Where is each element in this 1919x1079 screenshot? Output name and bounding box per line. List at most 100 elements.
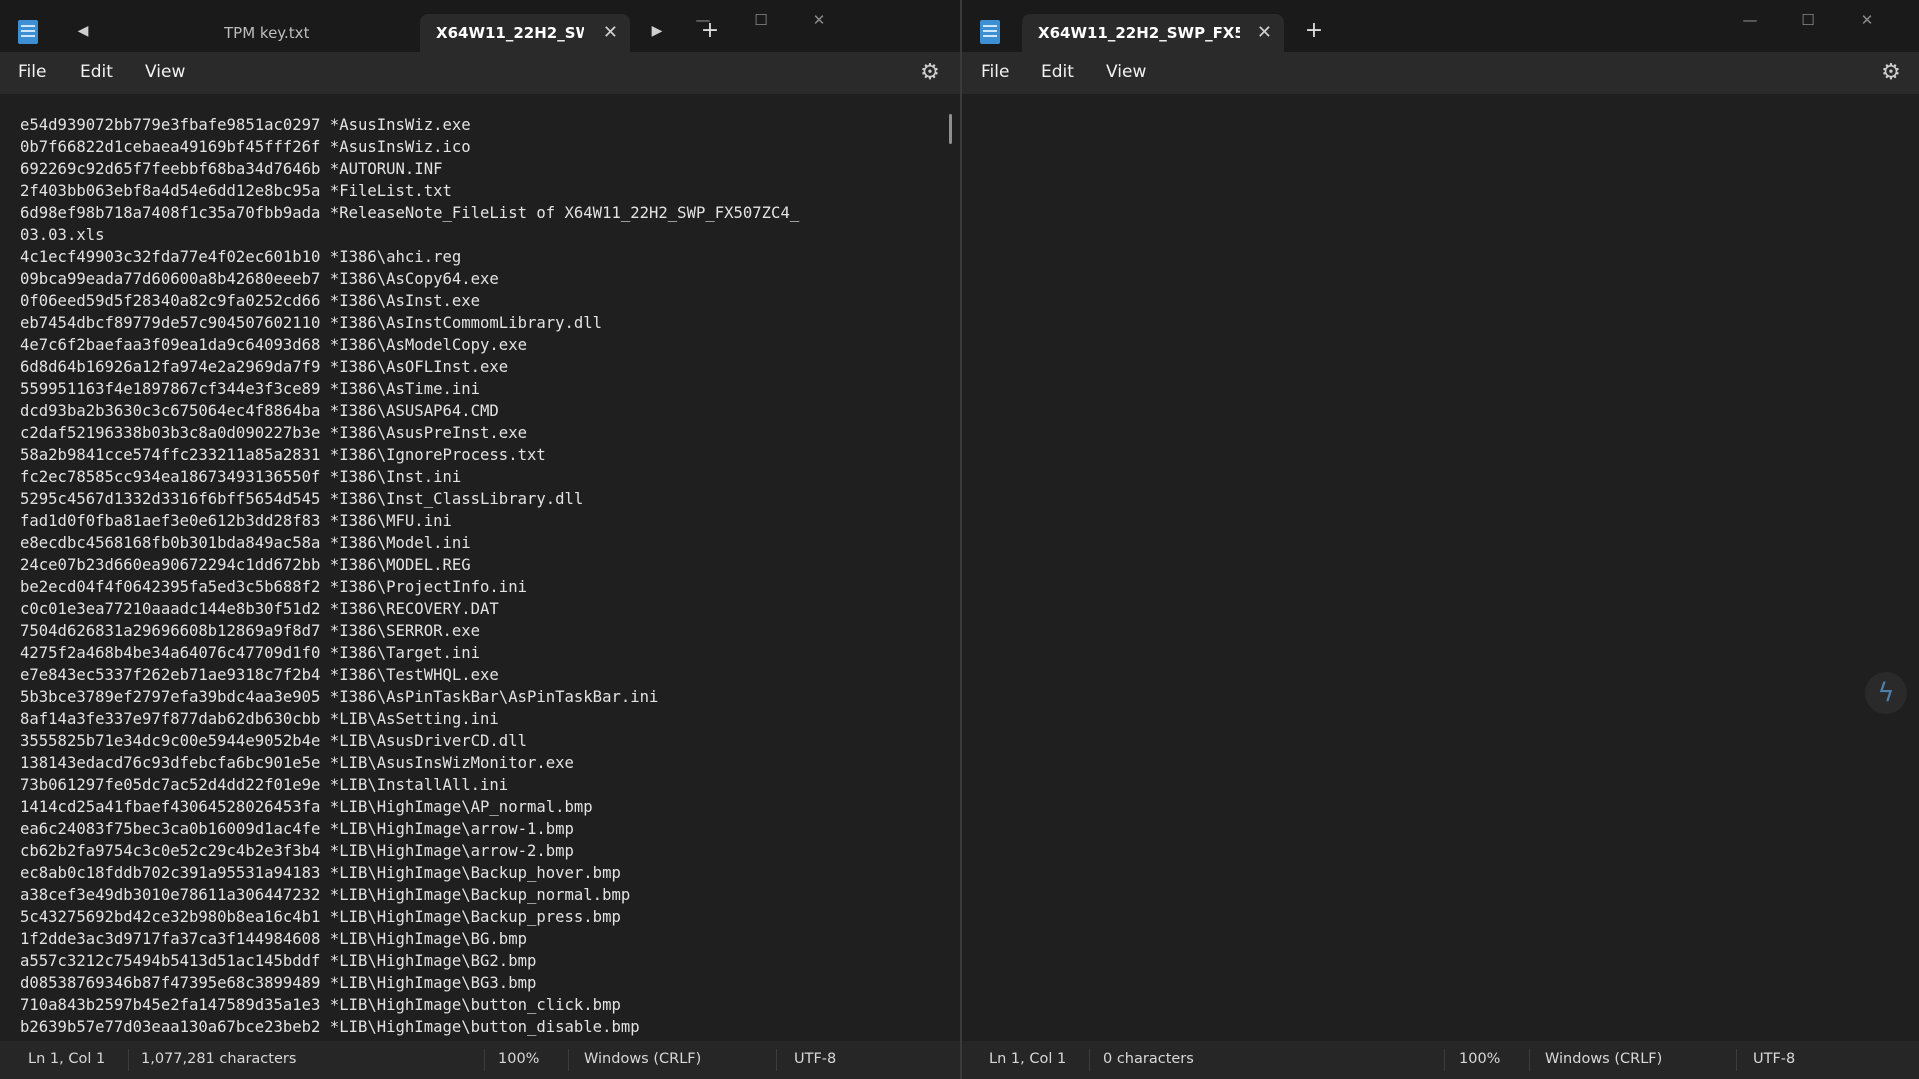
text-line[interactable]: 692269c92d65f7feebbf68ba34d7646b *AUTORU… [20, 160, 442, 178]
text-line[interactable]: e7e843ec5337f262eb71ae9318c7f2b4 *I386\T… [20, 666, 499, 684]
text-editor[interactable]: e54d939072bb779e3fbafe9851ac0297 *AsusIn… [0, 94, 960, 1041]
text-line[interactable]: 5c43275692bd42ce32b980b8ea16c4b1 *LIB\Hi… [20, 908, 621, 926]
status-divider [1736, 1049, 1737, 1071]
zoom-level[interactable]: 100% [1459, 1051, 1500, 1067]
text-line[interactable]: d08538769346b87f47395e68c3899489 *LIB\Hi… [20, 974, 536, 992]
gear-icon[interactable]: ⚙ [1879, 61, 1903, 85]
zoom-level[interactable]: 100% [498, 1051, 539, 1067]
text-line[interactable]: 03.03.xls [20, 226, 105, 244]
text-line[interactable]: ec8ab0c18fddb702c391a95531a94183 *LIB\Hi… [20, 864, 621, 882]
text-line[interactable]: 7504d626831a29696608b12869a9f8d7 *I386\S… [20, 622, 480, 640]
close-icon[interactable]: ✕ [603, 14, 618, 52]
status-bar: Ln 1, Col 1 1,077,281 characters 100% Wi… [0, 1041, 960, 1079]
menu-bar: File Edit View ⚙ [962, 52, 1919, 94]
tab-label: TPM key.txt [224, 24, 310, 42]
tab-label: X64W11_22H2_SWP_F [436, 24, 584, 42]
text-line[interactable]: 5295c4567d1332d3316f6bff5654d545 *I386\I… [20, 490, 583, 508]
text-line[interactable]: fc2ec78585cc934ea18673493136550f *I386\I… [20, 468, 461, 486]
menu-view[interactable]: View [145, 62, 185, 82]
text-line[interactable]: 138143edacd76c93dfebcfa6bc901e5e *LIB\As… [20, 754, 574, 772]
menu-file[interactable]: File [981, 62, 1009, 82]
notepad-icon [18, 20, 38, 44]
text-line[interactable]: ea6c24083f75bec3ca0b16009d1ac4fe *LIB\Hi… [20, 820, 574, 838]
swipe-shortcut-icon[interactable]: ϟ [1865, 672, 1907, 714]
maximize-icon[interactable]: ☐ [1785, 8, 1831, 32]
vertical-scrollbar[interactable] [949, 114, 952, 144]
encoding[interactable]: UTF-8 [1753, 1051, 1795, 1067]
text-line[interactable]: 4275f2a468b4be34a64076c47709d1f0 *I386\T… [20, 644, 480, 662]
text-line[interactable]: a557c3212c75494b5413d51ac145bddf *LIB\Hi… [20, 952, 536, 970]
plus-icon[interactable]: + [1299, 16, 1329, 46]
text-line[interactable]: 1414cd25a41fbaef43064528026453fa *LIB\Hi… [20, 798, 593, 816]
window-controls: — ☐ ✕ [630, 0, 960, 40]
text-line[interactable]: 73b061297fe05dc7ac52d4dd22f01e9e *LIB\In… [20, 776, 508, 794]
text-line[interactable]: 4e7c6f2baefaa3f09ea1da9c64093d68 *I386\A… [20, 336, 527, 354]
tab-label: X64W11_22H2_SWP_FX507ZW_00.0 [1038, 24, 1240, 42]
text-line[interactable]: eb7454dbcf89779de57c904507602110 *I386\A… [20, 314, 602, 332]
text-line[interactable]: e8ecdbc4568168fb0b301bda849ac58a *I386\M… [20, 534, 471, 552]
close-icon[interactable]: ✕ [1257, 14, 1272, 52]
menu-edit[interactable]: Edit [80, 62, 113, 82]
title-bar[interactable]: X64W11_22H2_SWP_FX507ZW_00.0 ✕ + — ☐ ✕ [962, 0, 1919, 52]
character-count: 0 characters [1103, 1051, 1194, 1067]
text-line[interactable]: 0f06eed59d5f28340a82c9fa0252cd66 *I386\A… [20, 292, 480, 310]
close-window-icon[interactable]: ✕ [796, 8, 842, 32]
status-divider [1089, 1049, 1090, 1071]
text-line[interactable]: be2ecd04f4f0642395fa5ed3c5b688f2 *I386\P… [20, 578, 527, 596]
text-line[interactable]: e54d939072bb779e3fbafe9851ac0297 *AsusIn… [20, 116, 471, 134]
text-line[interactable]: c2daf52196338b03b3c8a0d090227b3e *I386\A… [20, 424, 527, 442]
text-line[interactable]: 559951163f4e1897867cf344e3f3ce89 *I386\A… [20, 380, 480, 398]
back-arrow-icon[interactable]: ◀ [70, 16, 96, 46]
window-controls: — ☐ ✕ [1719, 0, 1919, 40]
notepad-icon [980, 20, 1000, 44]
maximize-icon[interactable]: ☐ [738, 8, 784, 32]
gear-icon[interactable]: ⚙ [918, 61, 942, 85]
status-divider [776, 1049, 777, 1071]
text-line[interactable]: 5b3bce3789ef2797efa39bdc4aa3e905 *I386\A… [20, 688, 658, 706]
line-ending[interactable]: Windows (CRLF) [584, 1051, 701, 1067]
close-window-icon[interactable]: ✕ [1844, 8, 1890, 32]
status-bar: Ln 1, Col 1 0 characters 100% Windows (C… [962, 1041, 1919, 1079]
status-divider [1529, 1049, 1530, 1071]
text-line[interactable]: 1f2dde3ac3d9717fa37ca3f144984608 *LIB\Hi… [20, 930, 527, 948]
cursor-position[interactable]: Ln 1, Col 1 [989, 1051, 1066, 1067]
cursor-position[interactable]: Ln 1, Col 1 [28, 1051, 105, 1067]
text-line[interactable]: cb62b2fa9754c3c0e52c29c4b2e3f3b4 *LIB\Hi… [20, 842, 574, 860]
minimize-icon[interactable]: — [680, 8, 726, 32]
menu-edit[interactable]: Edit [1041, 62, 1074, 82]
tab-tpm-key[interactable]: TPM key.txt [208, 14, 420, 52]
tab-active-file[interactable]: X64W11_22H2_SWP_F ✕ [420, 14, 630, 52]
status-divider [128, 1049, 129, 1071]
text-line[interactable]: 6d8d64b16926a12fa974e2a2969da7f9 *I386\A… [20, 358, 508, 376]
notepad-window-left: ◀ TPM key.txt X64W11_22H2_SWP_F ✕ ▶ + — … [0, 0, 960, 1079]
text-line[interactable]: fad1d0f0fba81aef3e0e612b3dd28f83 *I386\M… [20, 512, 452, 530]
text-line[interactable]: 0b7f66822d1cebaea49169bf45fff26f *AsusIn… [20, 138, 471, 156]
text-line[interactable]: 58a2b9841cce574ffc233211a85a2831 *I386\I… [20, 446, 546, 464]
text-line[interactable]: b2639b57e77d03eaa130a67bce23beb2 *LIB\Hi… [20, 1018, 640, 1036]
title-bar[interactable]: ◀ TPM key.txt X64W11_22H2_SWP_F ✕ ▶ + — … [0, 0, 960, 52]
status-divider [568, 1049, 569, 1071]
text-line[interactable]: 3555825b71e34dc9c00e5944e9052b4e *LIB\As… [20, 732, 527, 750]
text-line[interactable]: 24ce07b23d660ea90672294c1dd672bb *I386\M… [20, 556, 471, 574]
text-line[interactable]: 09bca99eada77d60600a8b42680eeeb7 *I386\A… [20, 270, 499, 288]
text-line[interactable]: 2f403bb063ebf8a4d54e6dd12e8bc95a *FileLi… [20, 182, 452, 200]
text-line[interactable]: c0c01e3ea77210aaadc144e8b30f51d2 *I386\R… [20, 600, 499, 618]
text-line[interactable]: 6d98ef98b718a7408f1c35a70fbb9ada *Releas… [20, 204, 799, 222]
text-line[interactable]: a38cef3e49db3010e78611a306447232 *LIB\Hi… [20, 886, 630, 904]
menu-bar: File Edit View ⚙ [0, 52, 960, 94]
tab-active-file[interactable]: X64W11_22H2_SWP_FX507ZW_00.0 ✕ [1022, 14, 1284, 52]
menu-file[interactable]: File [18, 62, 46, 82]
status-divider [1444, 1049, 1445, 1071]
text-line[interactable]: 8af14a3fe337e97f877dab62db630cbb *LIB\As… [20, 710, 499, 728]
text-content[interactable]: e54d939072bb779e3fbafe9851ac0297 *AsusIn… [20, 114, 799, 1038]
minimize-icon[interactable]: — [1727, 8, 1773, 32]
notepad-window-right: X64W11_22H2_SWP_FX507ZW_00.0 ✕ + — ☐ ✕ F… [962, 0, 1919, 1079]
text-line[interactable]: 710a843b2597b45e2fa147589d35a1e3 *LIB\Hi… [20, 996, 621, 1014]
text-line[interactable]: dcd93ba2b3630c3c675064ec4f8864ba *I386\A… [20, 402, 499, 420]
menu-view[interactable]: View [1106, 62, 1146, 82]
encoding[interactable]: UTF-8 [794, 1051, 836, 1067]
text-editor[interactable] [962, 94, 1919, 1041]
text-line[interactable]: 4c1ecf49903c32fda77e4f02ec601b10 *I386\a… [20, 248, 461, 266]
line-ending[interactable]: Windows (CRLF) [1545, 1051, 1662, 1067]
character-count: 1,077,281 characters [141, 1051, 297, 1067]
